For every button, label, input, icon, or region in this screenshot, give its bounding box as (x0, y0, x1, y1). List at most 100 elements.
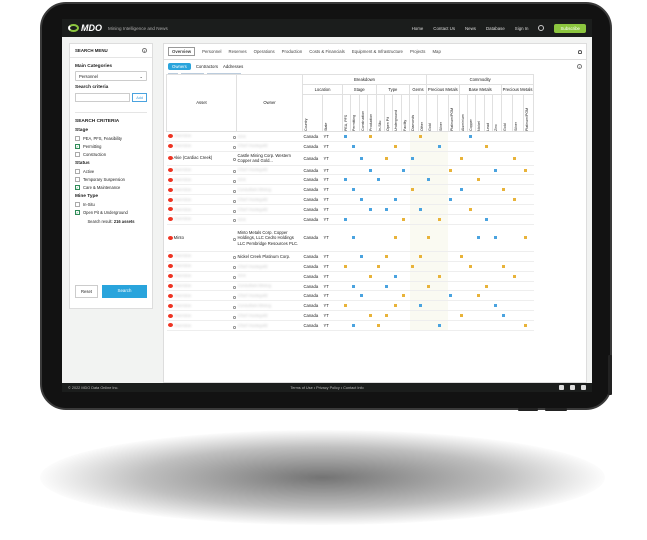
col-sub[interactable]: Gold (500, 93, 513, 132)
nav-home[interactable]: Home (412, 26, 424, 31)
asset-cell[interactable]: Akie (Cardiac Creek) (166, 151, 237, 166)
owner-cell[interactable]: XXX (236, 271, 303, 282)
col-sub[interactable]: Country (302, 93, 323, 132)
asset-name[interactable]: Akie (Cardiac Creek) (173, 155, 212, 160)
stage-option[interactable]: ✓ Permitting (75, 144, 147, 149)
col-sub[interactable]: Gold (425, 93, 438, 132)
asset-name[interactable]: Overview (174, 167, 191, 172)
checkbox[interactable]: ✓ (75, 144, 80, 149)
stage-option[interactable]: PEA, PFS, Feasibility (75, 136, 147, 141)
tab-equipment[interactable]: Equipment & Infrastructure (352, 49, 403, 54)
search-button[interactable]: Search (101, 285, 147, 298)
asset-cell[interactable]: Overview (166, 290, 237, 302)
checkbox[interactable] (75, 202, 80, 207)
checkbox[interactable]: ✓ (75, 185, 80, 190)
col-sub[interactable]: Platinum/PGM (447, 93, 460, 132)
owner-cell[interactable]: XXX (236, 131, 303, 142)
owner-cell[interactable]: Chief Hootsgold (236, 194, 303, 206)
tab-overview[interactable]: Overview (168, 47, 196, 56)
asset-name[interactable]: Overview (174, 197, 191, 202)
bell-icon[interactable] (578, 49, 582, 54)
twitter-icon[interactable] (581, 385, 586, 390)
col-sub[interactable]: Nickel (475, 93, 485, 132)
nav-contact[interactable]: Contact Us (433, 26, 455, 31)
subtab-owners[interactable]: Owners (168, 63, 191, 70)
owner-cell[interactable]: Chief Hootsgold (236, 165, 303, 176)
nav-database[interactable]: Database (486, 26, 505, 31)
asset-name[interactable]: Overview (174, 313, 191, 318)
tab-operations[interactable]: Operations (254, 49, 275, 54)
col-owner[interactable]: Owner (236, 74, 303, 132)
col-asset[interactable]: Asset (166, 74, 237, 132)
asset-cell[interactable]: Overview (166, 261, 237, 272)
table-row[interactable]: Overview XXX Canada YT (166, 214, 534, 225)
asset-name[interactable]: Overview (174, 273, 191, 278)
asset-cell[interactable]: Minto (166, 224, 237, 252)
table-row[interactable]: Overview Chief Hootsgold Canada YT (166, 320, 534, 332)
asset-name[interactable]: Overview (174, 133, 191, 138)
facebook-icon[interactable] (570, 385, 575, 390)
owner-cell[interactable]: Chief Hootsgold (236, 261, 303, 272)
col-sub[interactable]: Silver (511, 93, 524, 132)
col-sub[interactable]: Other (417, 93, 427, 132)
checkbox[interactable] (75, 136, 80, 141)
table-row[interactable]: Akie (Cardiac Creek) Castle Mining Corp.… (166, 151, 534, 166)
asset-name[interactable]: Minto (174, 235, 184, 240)
table-row[interactable]: Overview Nickel Creek Platinum Corp. Cana… (166, 251, 534, 262)
table-row[interactable]: Overview Chief Hootsgold Canada YT (166, 194, 534, 206)
col-sub[interactable]: Aluminium (458, 93, 469, 132)
asset-cell[interactable]: Overview (166, 251, 237, 262)
tab-costs[interactable]: Costs & Financials (309, 49, 345, 54)
table-row[interactable]: Overview XXX Canada YT (166, 271, 534, 282)
asset-cell[interactable]: Overview (166, 310, 237, 322)
table-row[interactable]: Overview XXX Canada YT (166, 174, 534, 186)
subscribe-button[interactable]: Subscribe (554, 23, 586, 33)
asset-cell[interactable]: Overview (166, 281, 237, 292)
asset-name[interactable]: Overview (174, 253, 191, 258)
table-row[interactable]: Overview Chief Hootsgold Canada YT (166, 165, 534, 176)
table-row[interactable]: Overview Chief Hootsgold Canada YT (166, 261, 534, 272)
asset-cell[interactable]: Overview (166, 194, 237, 206)
col-sub[interactable]: Facility (400, 93, 411, 132)
table-row[interactable]: Overview Chief Hootsgold Canada YT (166, 204, 534, 216)
asset-cell[interactable]: Overview (166, 271, 237, 282)
asset-name[interactable]: Overview (174, 303, 191, 308)
table-row[interactable]: Overview Chief Hootsgold Canada YT (166, 141, 534, 152)
owner-cell[interactable]: Chief Hootsgold (236, 204, 303, 216)
asset-name[interactable]: Overview (174, 293, 191, 298)
owner-cell[interactable]: Minto Metals Corp. Copper Holdings, LLC … (236, 224, 303, 252)
asset-name[interactable]: Overview (174, 207, 191, 212)
nav-sign-in[interactable]: Sign In (515, 26, 529, 31)
owner-cell[interactable]: Chief Hootsgold (236, 320, 303, 332)
col-sub[interactable]: In-Situ (375, 93, 385, 132)
asset-name[interactable]: Overview (174, 323, 191, 328)
table-row[interactable]: Overview Consultant Mining Canada YT (166, 281, 534, 292)
footer-links[interactable]: Terms of Use • Privacy Policy • Contact … (62, 386, 592, 390)
asset-cell[interactable]: Overview (166, 184, 237, 196)
status-option[interactable]: Active (75, 169, 147, 174)
stage-option[interactable]: Construction (75, 152, 147, 157)
checkbox[interactable] (75, 169, 80, 174)
asset-cell[interactable]: Overview (166, 300, 237, 312)
tab-reserves[interactable]: Reserves (228, 49, 246, 54)
table-row[interactable]: Overview Consultant Mining Canada YT (166, 300, 534, 312)
col-sub[interactable]: Silver (436, 93, 449, 132)
asset-name[interactable]: Overview (174, 187, 191, 192)
user-icon[interactable] (538, 25, 545, 31)
table-row[interactable]: Overview Chief Hootsgold Canada YT (166, 290, 534, 302)
col-sub[interactable]: Construction (358, 93, 369, 132)
mine-type-option[interactable]: In-Situ (75, 202, 147, 207)
add-button[interactable]: Add (132, 93, 147, 102)
criteria-input[interactable] (75, 93, 131, 102)
owner-cell[interactable]: XXX (236, 214, 303, 225)
tab-production[interactable]: Production (282, 49, 303, 54)
table-row[interactable]: Overview XXX Canada YT (166, 131, 534, 142)
col-sub[interactable]: Underground (392, 93, 402, 132)
owner-cell[interactable]: XXX (236, 174, 303, 186)
col-sub[interactable]: PEA, PFS (341, 93, 352, 132)
logo[interactable]: MDO (68, 23, 102, 33)
asset-name[interactable]: Overview (174, 177, 191, 182)
asset-cell[interactable]: Overview (166, 131, 237, 142)
info-icon[interactable]: i (577, 64, 582, 69)
status-option[interactable]: ✓ Care & Maintenance (75, 185, 147, 190)
